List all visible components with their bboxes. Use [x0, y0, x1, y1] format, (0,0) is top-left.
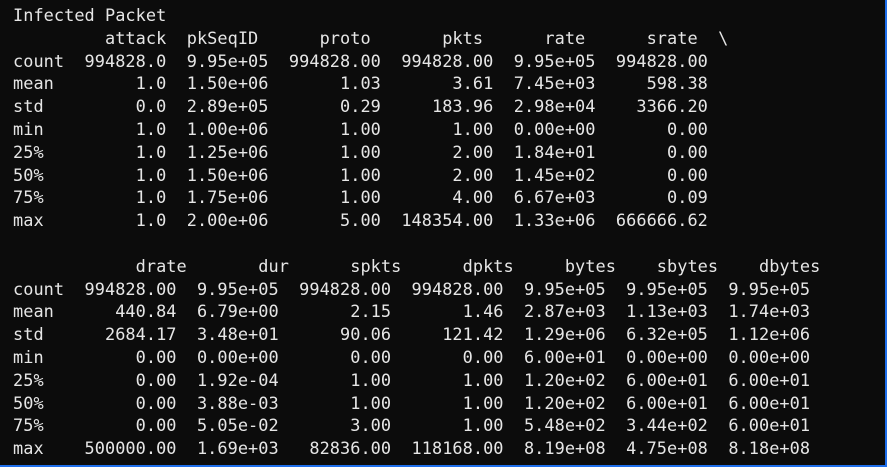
- table2-row-count: count 994828.00 9.95e+05 994828.00 99482…: [13, 278, 811, 299]
- table2-row-mean: mean 440.84 6.79e+00 2.15 1.46 2.87e+03 …: [13, 301, 811, 322]
- table1-header: attack pkSeqID proto pkts rate srate \: [13, 27, 729, 48]
- table2-header: drate dur spkts dpkts bytes sbytes dbyte…: [13, 255, 821, 276]
- table2-row-max: max 500000.00 1.69e+03 82836.00 118168.0…: [13, 438, 811, 459]
- terminal-output[interactable]: Infected Packet attack pkSeqID proto pkt…: [13, 4, 820, 460]
- table1-row-50: 50% 1.0 1.50e+06 1.00 2.00 1.45e+02 0.00: [13, 164, 708, 185]
- output-title: Infected Packet: [13, 5, 167, 25]
- table2-row-50: 50% 0.00 3.88e-03 1.00 1.00 1.20e+02 6.0…: [13, 392, 811, 413]
- table1-row-75: 75% 1.0 1.75e+06 1.00 4.00 6.67e+03 0.09: [13, 187, 708, 208]
- table1-row-max: max 1.0 2.00e+06 5.00 148354.00 1.33e+06…: [13, 210, 708, 231]
- table1-row-min: min 1.0 1.00e+06 1.00 1.00 0.00e+00 0.00: [13, 118, 708, 139]
- table2-row-75: 75% 0.00 5.05e-02 3.00 1.00 5.48e+02 3.4…: [13, 415, 811, 436]
- table1-row-count: count 994828.0 9.95e+05 994828.00 994828…: [13, 50, 708, 71]
- table2-row-25: 25% 0.00 1.92e-04 1.00 1.00 1.20e+02 6.0…: [13, 369, 811, 390]
- table1-row-25: 25% 1.0 1.25e+06 1.00 2.00 1.84e+01 0.00: [13, 141, 708, 162]
- table1-row-std: std 0.0 2.89e+05 0.29 183.96 2.98e+04 33…: [13, 96, 708, 117]
- table1-row-mean: mean 1.0 1.50e+06 1.03 3.61 7.45e+03 598…: [13, 73, 708, 94]
- table2-row-min: min 0.00 0.00e+00 0.00 0.00 6.00e+01 0.0…: [13, 346, 811, 367]
- table2-row-std: std 2684.17 3.48e+01 90.06 121.42 1.29e+…: [13, 324, 811, 345]
- terminal-window[interactable]: Infected Packet attack pkSeqID proto pkt…: [0, 0, 887, 467]
